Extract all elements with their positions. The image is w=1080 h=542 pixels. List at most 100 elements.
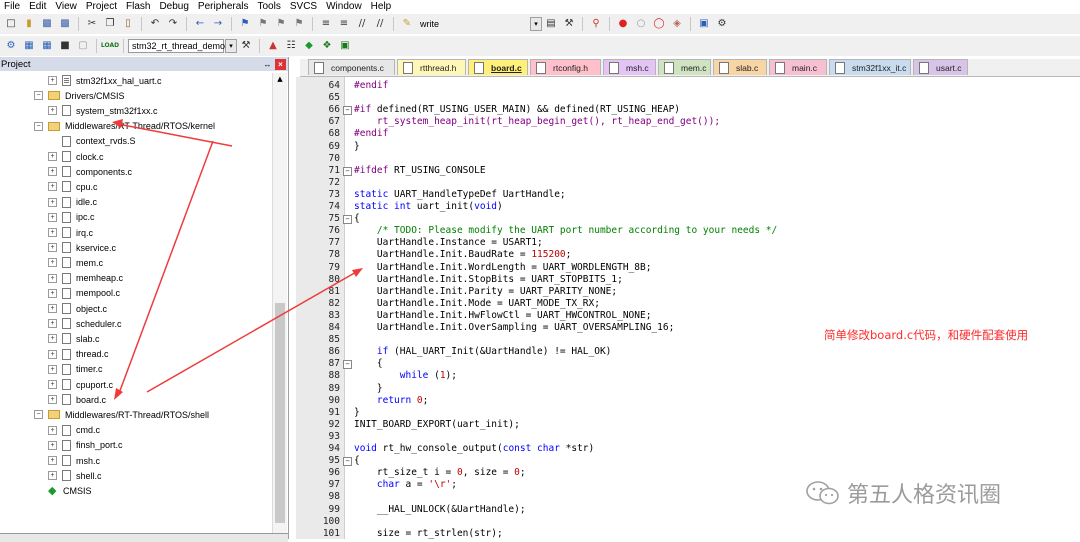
tree-folder[interactable]: − Drivers/CMSIS	[34, 88, 125, 103]
expand-icon[interactable]: +	[48, 76, 57, 85]
find-dropdown-icon[interactable]: ▾	[530, 17, 542, 31]
tab-usart-c[interactable]: usart.c	[913, 59, 968, 75]
close-icon[interactable]: ×	[275, 58, 286, 70]
manage-project-items-icon[interactable]: ▲	[266, 39, 280, 53]
tab-slab-c[interactable]: slab.c	[713, 59, 767, 75]
expand-icon[interactable]: +	[48, 471, 57, 481]
menu-flash[interactable]: Flash	[122, 1, 155, 12]
expand-icon[interactable]: +	[48, 395, 57, 405]
menu-edit[interactable]: Edit	[25, 1, 51, 12]
tree-item[interactable]: + thread.c	[48, 347, 109, 362]
expand-icon[interactable]: +	[48, 273, 57, 283]
new-file-icon[interactable]: □	[4, 17, 18, 31]
find-icon[interactable]: ▤	[544, 17, 558, 31]
tab-stm32f1xx-it-c[interactable]: stm32f1xx_it.c	[829, 59, 911, 75]
comment-icon[interactable]: //	[355, 17, 369, 31]
menu-peripherals[interactable]: Peripherals	[194, 1, 254, 12]
expand-icon[interactable]: +	[48, 334, 57, 344]
save-all-icon[interactable]: ▩	[58, 17, 72, 31]
tree-item[interactable]: + board.c	[48, 392, 106, 407]
tree-item[interactable]: + msh.c	[48, 453, 100, 468]
menu-project[interactable]: Project	[82, 1, 122, 12]
manage-run-time-icon[interactable]: ◆	[302, 39, 316, 53]
copy-icon[interactable]: ❐	[103, 17, 117, 31]
disabled-breakpoint-icon[interactable]: ○	[634, 17, 648, 31]
tree-folder[interactable]: − Middlewares/RT-Thread/RTOS/kernel	[34, 119, 215, 134]
tree-folder[interactable]: − Middlewares/RT-Thread/RTOS/shell	[34, 407, 209, 422]
menu-debug[interactable]: Debug	[155, 1, 193, 12]
tree-item[interactable]: + clock.c	[48, 149, 104, 164]
clear-breakpoints-icon[interactable]: ◯	[652, 17, 666, 31]
file-extensions-icon[interactable]: ☷	[284, 39, 298, 53]
batch-build-icon[interactable]: ■	[58, 39, 72, 53]
tab-components-c[interactable]: components.c	[308, 59, 395, 75]
tree-item[interactable]: + irq.c	[48, 225, 93, 240]
tree-item[interactable]: + cpu.c	[48, 179, 98, 194]
indent-icon[interactable]: ≡	[319, 17, 333, 31]
translate-icon[interactable]: ⚙	[4, 39, 18, 53]
tree-item[interactable]: + cpuport.c	[48, 377, 113, 392]
navigate-forward-icon[interactable]: →	[211, 17, 225, 31]
cut-icon[interactable]: ✂	[85, 17, 99, 31]
rebuild-icon[interactable]: ▦	[40, 39, 54, 53]
expand-icon[interactable]: +	[48, 349, 57, 359]
next-bookmark-icon[interactable]: ⚑	[274, 17, 288, 31]
tree-item[interactable]: + components.c	[48, 164, 132, 179]
tree-item[interactable]: + scheduler.c	[48, 316, 122, 331]
window-layout-icon[interactable]: ▣	[697, 17, 711, 31]
expand-icon[interactable]: +	[48, 364, 57, 374]
fold-icon[interactable]: −	[343, 215, 352, 225]
tab-msh-c[interactable]: msh.c	[603, 59, 656, 75]
tree-item[interactable]: + mempool.c	[48, 286, 120, 301]
tree-item[interactable]: ◆ CMSIS	[34, 483, 92, 498]
expand-icon[interactable]: +	[48, 258, 57, 268]
stop-build-icon[interactable]: ▢	[76, 39, 90, 53]
tree-item[interactable]: + stm32f1xx_hal_uart.c	[48, 73, 162, 88]
open-folder-icon[interactable]: ▮	[22, 17, 36, 31]
pack-installer-icon[interactable]: ▣	[338, 39, 352, 53]
menu-tools[interactable]: Tools	[254, 1, 286, 12]
code-area[interactable]: 64 #endif 65 66− #if defined(RT_USING_USER_M…	[296, 77, 1080, 539]
expand-icon[interactable]: +	[48, 182, 57, 192]
undo-icon[interactable]: ↶	[148, 17, 162, 31]
fold-icon[interactable]: −	[343, 360, 352, 370]
download-icon[interactable]: LOAD	[101, 39, 119, 53]
fold-icon[interactable]: −	[343, 166, 352, 176]
expand-icon[interactable]: +	[48, 106, 57, 116]
expand-icon[interactable]: +	[48, 456, 57, 465]
target-dropdown-icon[interactable]: ▾	[225, 39, 237, 53]
select-packs-icon[interactable]: ❖	[320, 39, 334, 53]
menu-window[interactable]: Window	[322, 1, 367, 12]
menu-help[interactable]: Help	[367, 1, 397, 12]
tree-item[interactable]: context_rvds.S	[48, 134, 136, 149]
scrollbar-thumb[interactable]	[275, 303, 285, 523]
target-select[interactable]: stm32_rt_thread_demo	[128, 39, 225, 53]
tab-mem-c[interactable]: mem.c	[658, 59, 711, 75]
prev-bookmark-icon[interactable]: ⚑	[256, 17, 270, 31]
redo-icon[interactable]: ↷	[166, 17, 180, 31]
menu-svcs[interactable]: SVCS	[286, 1, 322, 12]
tree-item[interactable]: + shell.c	[48, 468, 102, 483]
expand-icon[interactable]: +	[48, 212, 57, 222]
expand-icon[interactable]: +	[48, 228, 57, 237]
tree-item[interactable]: + cmd.c	[48, 423, 100, 438]
bookmark-icon[interactable]: ⚑	[238, 17, 252, 31]
navigate-back-icon[interactable]: ←	[193, 17, 207, 31]
expand-icon[interactable]: +	[48, 288, 57, 298]
project-scrollbar[interactable]: ▲ ▼	[272, 73, 287, 542]
tree-item[interactable]: + memheap.c	[48, 271, 123, 286]
fold-icon[interactable]: −	[343, 106, 352, 116]
scroll-up-icon[interactable]: ▲	[273, 73, 287, 85]
expand-icon[interactable]: +	[48, 243, 57, 253]
collapse-icon[interactable]: −	[34, 410, 43, 420]
tree-item[interactable]: + ipc.c	[48, 210, 95, 225]
expand-icon[interactable]: +	[48, 425, 57, 435]
fold-icon[interactable]: −	[343, 457, 352, 467]
expand-icon[interactable]: +	[48, 167, 57, 177]
tab-main-c[interactable]: main.c	[769, 59, 827, 75]
expand-icon[interactable]: +	[48, 319, 57, 329]
expand-icon[interactable]: +	[48, 197, 57, 207]
tab-rtconfig-h[interactable]: rtconfig.h	[530, 59, 601, 75]
tree-item[interactable]: + slab.c	[48, 331, 100, 346]
tree-item[interactable]: + idle.c	[48, 195, 97, 210]
